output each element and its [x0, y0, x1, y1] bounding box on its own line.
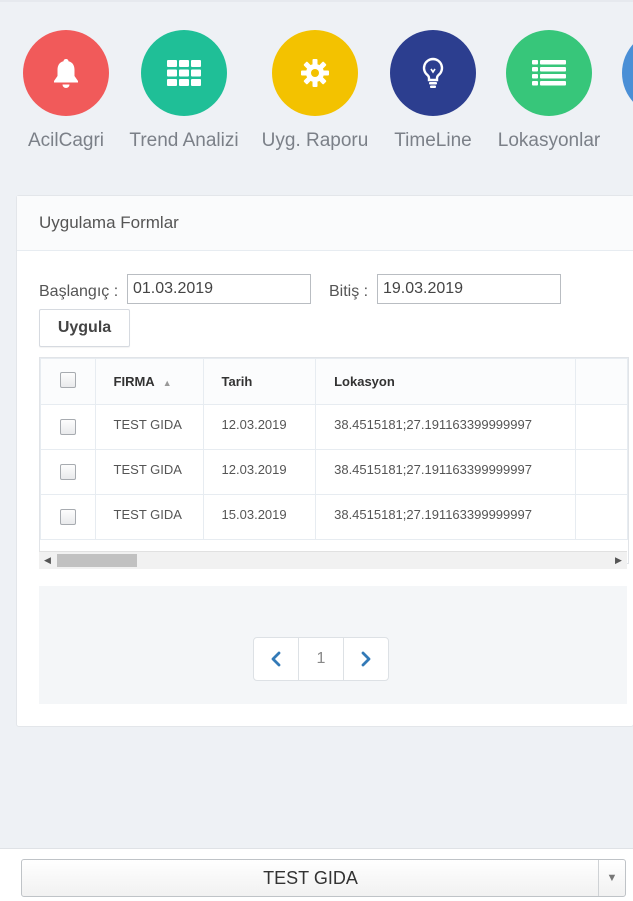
- cell-lokasyon: 38.4515181;27.191163399999997: [315, 449, 577, 495]
- cell-overflow: [575, 494, 628, 540]
- toolbar-item-partial[interactable]: [622, 30, 633, 116]
- cell-tarih: 12.03.2019: [202, 449, 317, 495]
- column-header-firma[interactable]: FIRMA ▲: [94, 358, 204, 405]
- pagination: 1: [253, 637, 389, 681]
- toolbar-item-lokasyonlar[interactable]: Lokasyonlar: [489, 30, 609, 152]
- column-header-overflow: [575, 358, 628, 405]
- pagination-area: 1: [39, 586, 627, 704]
- bell-icon: [23, 30, 109, 116]
- row-checkbox[interactable]: [59, 509, 76, 525]
- list-icon: [506, 30, 592, 116]
- forms-table: FIRMA ▲ Tarih Lokasyon TEST GIDA 12.03.20…: [39, 357, 629, 564]
- row-checkbox-cell: [40, 449, 96, 495]
- company-select[interactable]: TEST GIDA ▼: [21, 859, 626, 897]
- row-checkbox[interactable]: [59, 464, 76, 480]
- cell-tarih: 12.03.2019: [202, 404, 317, 450]
- column-header-lokasyon[interactable]: Lokasyon: [315, 358, 577, 405]
- table-row[interactable]: TEST GIDA 12.03.2019 38.4515181;27.19116…: [40, 449, 628, 495]
- end-date-input[interactable]: [377, 274, 561, 304]
- lightbulb-icon: [390, 30, 476, 116]
- table-header-row: FIRMA ▲ Tarih Lokasyon: [40, 358, 628, 405]
- row-checkbox-cell: [40, 494, 96, 540]
- toolbar-label: TimeLine: [394, 130, 472, 151]
- row-checkbox-cell: [40, 404, 96, 450]
- chevron-right-icon: [361, 651, 371, 667]
- toolbar-label: AcilCagri: [27, 130, 105, 151]
- cell-overflow: [575, 404, 628, 450]
- company-select-value: TEST GIDA: [263, 868, 358, 888]
- scrollbar-thumb[interactable]: [57, 554, 137, 567]
- top-divider: [0, 0, 633, 2]
- cell-tarih: 15.03.2019: [202, 494, 317, 540]
- page-number-button[interactable]: 1: [298, 637, 344, 681]
- bottom-bar: TEST GIDA ▼: [0, 848, 633, 901]
- prev-page-button[interactable]: [253, 637, 299, 681]
- partial-icon: [622, 30, 633, 116]
- row-checkbox[interactable]: [59, 419, 76, 435]
- icon-toolbar: AcilCagri Trend Analizi Uyg. Raporu Time…: [0, 30, 633, 160]
- toolbar-label: Trend Analizi: [129, 130, 239, 151]
- toolbar-label: Lokasyonlar: [497, 130, 601, 151]
- toolbar-item-timeline[interactable]: TimeLine: [373, 30, 493, 152]
- cell-overflow: [575, 449, 628, 495]
- toolbar-item-trend-analizi[interactable]: Trend Analizi: [124, 30, 244, 152]
- chevron-left-icon: [271, 651, 281, 667]
- toolbar-item-acilcagri[interactable]: AcilCagri: [6, 30, 126, 152]
- end-date-label: Bitiş :: [329, 283, 369, 300]
- apply-button[interactable]: Uygula: [39, 309, 130, 347]
- table-row[interactable]: TEST GIDA 15.03.2019 38.4515181;27.19116…: [40, 494, 628, 540]
- next-page-button[interactable]: [343, 637, 389, 681]
- chevron-down-icon[interactable]: ▼: [598, 860, 625, 896]
- scroll-right-icon[interactable]: ▶: [610, 552, 627, 569]
- column-header-tarih[interactable]: Tarih: [202, 358, 317, 405]
- scroll-left-icon[interactable]: ◀: [39, 552, 56, 569]
- cell-lokasyon: 38.4515181;27.191163399999997: [315, 494, 577, 540]
- cell-firma: TEST GIDA: [94, 404, 204, 450]
- panel-title: Uygulama Formlar: [39, 213, 179, 232]
- cell-firma: TEST GIDA: [94, 449, 204, 495]
- start-date-input[interactable]: [127, 274, 311, 304]
- start-date-label: Başlangıç :: [39, 283, 119, 300]
- cell-firma: TEST GIDA: [94, 494, 204, 540]
- gear-icon: [272, 30, 358, 116]
- grid-icon: [141, 30, 227, 116]
- toolbar-label: Uyg. Raporu: [261, 130, 369, 151]
- sort-icon[interactable]: ▲: [163, 378, 172, 388]
- panel-header: Uygulama Formlar: [17, 196, 633, 251]
- table-row[interactable]: TEST GIDA 12.03.2019 38.4515181;27.19116…: [40, 404, 628, 450]
- select-all-checkbox[interactable]: [59, 372, 76, 388]
- uygulama-formlar-panel: Uygulama Formlar Başlangıç : Bitiş : Uyg…: [16, 195, 633, 727]
- horizontal-scrollbar[interactable]: ◀ ▶: [39, 551, 627, 569]
- cell-lokasyon: 38.4515181;27.191163399999997: [315, 404, 577, 450]
- toolbar-item-uyg-raporu[interactable]: Uyg. Raporu: [255, 30, 375, 152]
- select-all-cell: [40, 358, 96, 405]
